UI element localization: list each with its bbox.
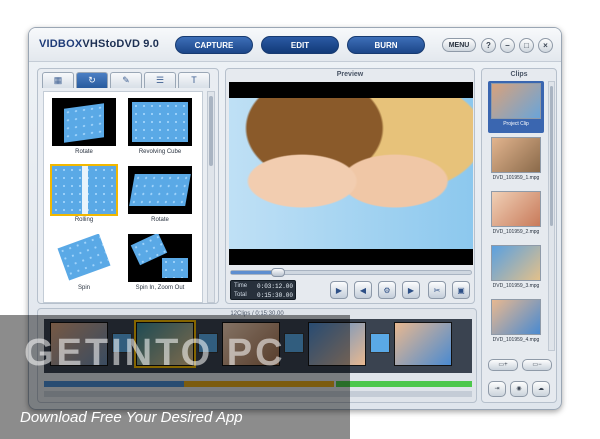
step-forward-icon[interactable]: ▶ xyxy=(402,281,420,299)
effects-panel: ▦ ↻ ✎ ☰ T Rotate Revolving Cube Rolling … xyxy=(37,68,219,304)
add-clip-button[interactable]: ▭+ xyxy=(488,359,518,371)
clip-item[interactable]: DVD_101959_1.mpg xyxy=(488,135,544,187)
timeline-transition[interactable] xyxy=(370,333,390,353)
time-label: Time xyxy=(234,283,248,289)
effect-label: Rotate xyxy=(151,217,169,223)
cloud-icon[interactable]: ☁ xyxy=(532,381,550,397)
burn-button[interactable]: BURN xyxy=(347,36,425,54)
preview-screen xyxy=(229,82,473,265)
grid-icon[interactable]: ▦ xyxy=(42,72,74,88)
effect-thumbnail xyxy=(128,98,192,146)
clip-item[interactable]: Project Clip xyxy=(488,81,544,133)
clip-thumbnail xyxy=(491,83,541,119)
effect-label: Rolling xyxy=(74,217,94,223)
edit-button[interactable]: EDIT xyxy=(261,36,339,54)
timeline-clip[interactable] xyxy=(394,322,452,366)
app-logo: VIDBOXVHStoDVD 9.0 xyxy=(39,38,160,50)
play-icon[interactable]: ▶ xyxy=(330,281,348,299)
clips-scrollbar[interactable] xyxy=(548,81,555,351)
clips-panel: Clips Project Clip DVD_101959_1.mpg DVD_… xyxy=(481,68,557,403)
clip-item[interactable]: DVD_101959_4.mpg xyxy=(488,297,544,349)
effect-label: Revolving Cube xyxy=(138,149,182,155)
preview-title: Preview xyxy=(336,71,364,78)
time-display: Time 0:03:12.00 Total 0:15:30.00 xyxy=(230,280,296,300)
clip-item[interactable]: DVD_101959_2.mpg xyxy=(488,189,544,241)
effects-scrollbar[interactable] xyxy=(207,91,215,303)
clip-thumbnail xyxy=(491,299,541,335)
clip-label: DVD_101959_3.mpg xyxy=(492,283,540,289)
text-icon[interactable]: T xyxy=(178,72,210,88)
seek-handle[interactable] xyxy=(271,268,285,277)
title-bar: VIDBOXVHStoDVD 9.0 CAPTURE EDIT BURN MENU… xyxy=(29,28,561,62)
clip-thumbnail xyxy=(491,245,541,281)
preview-image xyxy=(229,98,473,249)
clip-label: DVD_101959_2.mpg xyxy=(492,229,540,235)
wand-icon[interactable]: ✎ xyxy=(110,72,142,88)
clip-label: DVD_101959_4.mpg xyxy=(492,337,540,343)
effects-grid: Rotate Revolving Cube Rolling Rotate Spi… xyxy=(43,91,203,303)
save-icon[interactable]: ▣ xyxy=(452,281,470,299)
effect-item[interactable]: Rotate xyxy=(124,164,196,230)
sliders-icon[interactable]: ☰ xyxy=(144,72,176,88)
transition-icon[interactable]: ↻ xyxy=(76,72,108,88)
seek-bar[interactable] xyxy=(230,270,472,275)
effect-thumbnail xyxy=(52,234,116,282)
import-icon[interactable]: ⇥ xyxy=(488,381,506,397)
time-value: 0:03:12.00 xyxy=(257,283,294,290)
settings-icon[interactable]: ⚙ xyxy=(378,281,396,299)
clip-label: DVD_101959_1.mpg xyxy=(492,175,540,181)
effect-label: Spin xyxy=(77,285,90,291)
effect-thumbnail xyxy=(52,98,116,146)
effect-thumbnail xyxy=(50,164,118,216)
effect-item[interactable]: Revolving Cube xyxy=(124,96,196,162)
effects-tabs: ▦ ↻ ✎ ☰ T xyxy=(42,72,214,88)
watermark-subtitle: Download Free Your Desired App xyxy=(20,409,243,426)
step-back-icon[interactable]: ◀ xyxy=(354,281,372,299)
clip-thumbnail xyxy=(491,137,541,173)
watermark-title: GETINTO PC xyxy=(24,332,286,374)
clip-item[interactable]: DVD_101959_3.mpg xyxy=(488,243,544,295)
help-button[interactable]: ? xyxy=(481,38,496,53)
effect-item[interactable]: Rolling xyxy=(48,164,120,230)
effect-item[interactable]: Spin In, Zoom Out xyxy=(124,232,196,298)
effect-item[interactable]: Rotate xyxy=(48,96,120,162)
clip-thumbnail xyxy=(491,191,541,227)
effect-label: Spin In, Zoom Out xyxy=(135,285,185,291)
total-label: Total xyxy=(234,292,247,298)
close-button[interactable]: × xyxy=(538,38,553,53)
music-track[interactable] xyxy=(336,381,472,387)
remove-clip-button[interactable]: ▭− xyxy=(522,359,552,371)
disc-icon[interactable]: ◉ xyxy=(510,381,528,397)
clips-list: Project Clip DVD_101959_1.mpg DVD_101959… xyxy=(486,81,546,351)
maximize-button[interactable]: □ xyxy=(519,38,534,53)
capture-button[interactable]: CAPTURE xyxy=(175,36,253,54)
effect-thumbnail xyxy=(128,166,192,214)
total-value: 0:15:30.00 xyxy=(257,292,294,299)
clips-title: Clips xyxy=(510,71,528,78)
effect-item[interactable]: Spin xyxy=(48,232,120,298)
clip-label: Project Clip xyxy=(503,121,529,127)
preview-panel: Preview Time 0:03:12.00 Total 0:15:30.00… xyxy=(225,68,475,304)
scissors-icon[interactable]: ✂ xyxy=(428,281,446,299)
menu-button[interactable]: MENU xyxy=(442,38,476,52)
effect-label: Rotate xyxy=(75,149,93,155)
effect-thumbnail xyxy=(128,234,192,282)
minimize-button[interactable]: – xyxy=(500,38,515,53)
